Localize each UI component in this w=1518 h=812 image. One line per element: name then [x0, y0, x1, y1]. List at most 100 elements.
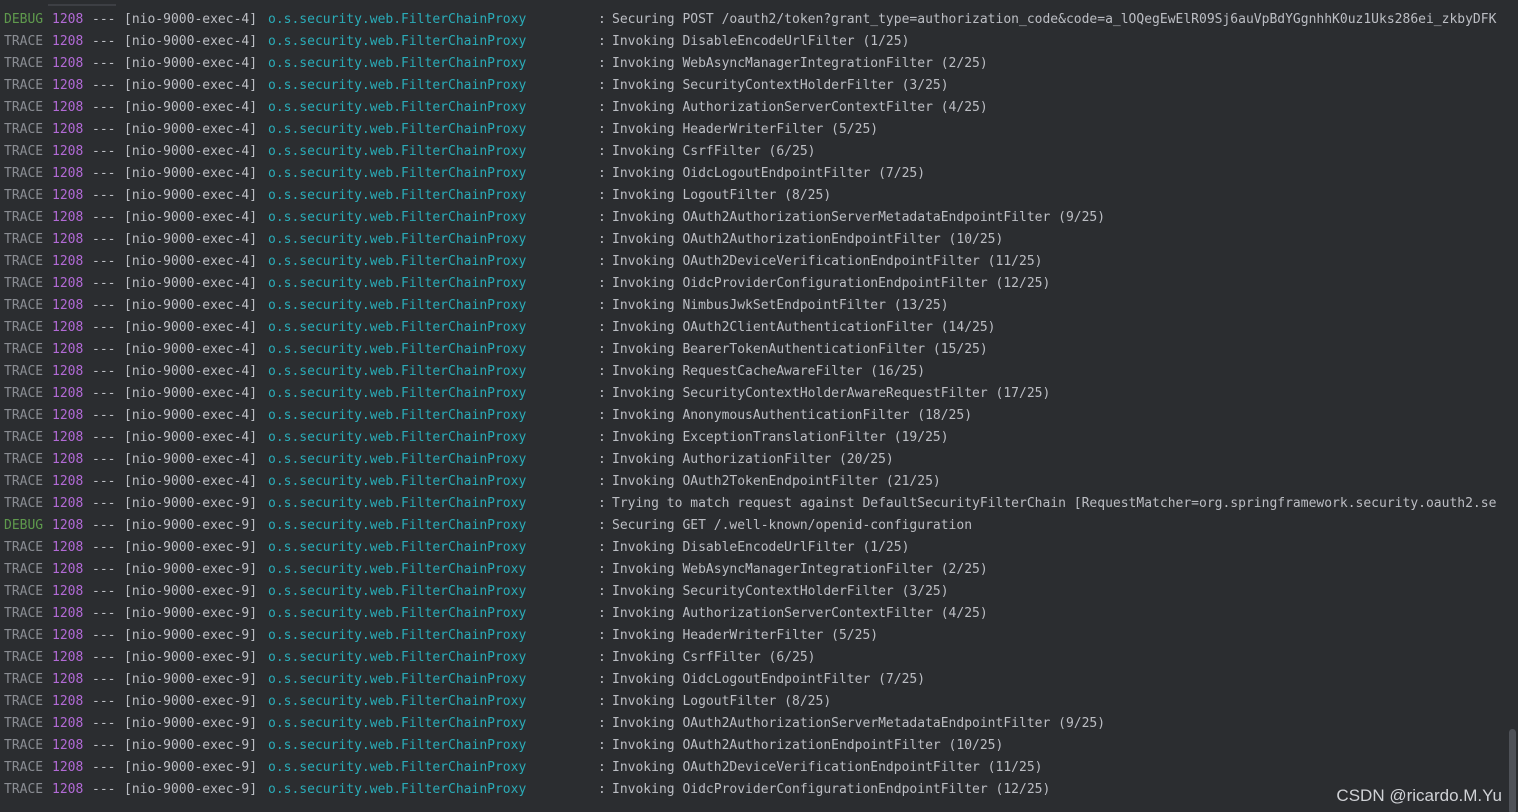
thread-name: [nio-9000-exec-9] [124, 716, 258, 731]
logger-name: o.s.security.web.FilterChainProxy [268, 12, 527, 27]
separator: --- [92, 496, 116, 511]
scrollbar-thumb[interactable] [1509, 729, 1516, 812]
log-line: TRACE 1208 --- [nio-9000-exec-4] o.s.securit… [0, 75, 1506, 97]
thread-name: [nio-9000-exec-9] [124, 540, 258, 555]
log-message: Securing GET /.well-known/openid-configu… [612, 518, 973, 533]
logger-name: o.s.security.web.FilterChainProxy [268, 408, 527, 423]
log-level: TRACE [4, 738, 44, 753]
log-level: TRACE [4, 144, 44, 159]
logger-name: o.s.security.web.FilterChainProxy [268, 320, 527, 335]
thread-name: [nio-9000-exec-9] [124, 672, 258, 687]
logger-name: o.s.security.web.FilterChainProxy [268, 606, 527, 621]
colon-separator: : [598, 386, 606, 401]
process-id: 1208 [52, 100, 84, 115]
vertical-scrollbar[interactable] [1506, 9, 1518, 812]
thread-name: [nio-9000-exec-4] [124, 320, 258, 335]
log-message: Invoking SecurityContextHolderFilter (3/… [612, 584, 949, 599]
process-id: 1208 [52, 364, 84, 379]
log-level: TRACE [4, 34, 44, 49]
log-message: Invoking LogoutFilter (8/25) [612, 188, 832, 203]
thread-name: [nio-9000-exec-4] [124, 100, 258, 115]
process-id: 1208 [52, 584, 84, 599]
log-line: TRACE 1208 --- [nio-9000-exec-4] o.s.securit… [0, 163, 1506, 185]
log-line: TRACE 1208 --- [nio-9000-exec-4] o.s.securit… [0, 229, 1506, 251]
separator: --- [92, 188, 116, 203]
logger-name: o.s.security.web.FilterChainProxy [268, 78, 527, 93]
process-id: 1208 [52, 694, 84, 709]
separator: --- [92, 452, 116, 467]
separator: --- [92, 716, 116, 731]
logger-name: o.s.security.web.FilterChainProxy [268, 342, 527, 357]
logger-name: o.s.security.web.FilterChainProxy [268, 540, 527, 555]
separator: --- [92, 386, 116, 401]
logger-name: o.s.security.web.FilterChainProxy [268, 760, 527, 775]
process-id: 1208 [52, 738, 84, 753]
log-message: Invoking NimbusJwkSetEndpointFilter (13/… [612, 298, 949, 313]
log-level: TRACE [4, 650, 44, 665]
log-message: Invoking WebAsyncManagerIntegrationFilte… [612, 56, 988, 71]
log-level: TRACE [4, 254, 44, 269]
process-id: 1208 [52, 320, 84, 335]
thread-name: [nio-9000-exec-4] [124, 78, 258, 93]
colon-separator: : [598, 100, 606, 115]
log-message: Invoking CsrfFilter (6/25) [612, 144, 816, 159]
thread-name: [nio-9000-exec-4] [124, 430, 258, 445]
logger-name: o.s.security.web.FilterChainProxy [268, 386, 527, 401]
logger-name: o.s.security.web.FilterChainProxy [268, 188, 527, 203]
separator: --- [92, 650, 116, 665]
process-id: 1208 [52, 606, 84, 621]
log-message: Invoking OidcProviderConfigurationEndpoi… [612, 276, 1051, 291]
process-id: 1208 [52, 56, 84, 71]
thread-name: [nio-9000-exec-4] [124, 232, 258, 247]
active-tab-indicator[interactable] [48, 4, 116, 6]
log-message: Invoking SecurityContextHolderAwareReque… [612, 386, 1051, 401]
colon-separator: : [598, 782, 606, 797]
log-level: TRACE [4, 188, 44, 203]
thread-name: [nio-9000-exec-4] [124, 364, 258, 379]
thread-name: [nio-9000-exec-4] [124, 56, 258, 71]
colon-separator: : [598, 188, 606, 203]
log-level: TRACE [4, 408, 44, 423]
separator: --- [92, 606, 116, 621]
logger-name: o.s.security.web.FilterChainProxy [268, 474, 527, 489]
thread-name: [nio-9000-exec-4] [124, 188, 258, 203]
log-message: Invoking OAuth2ClientAuthenticationFilte… [612, 320, 996, 335]
log-level: TRACE [4, 474, 44, 489]
log-line: TRACE 1208 --- [nio-9000-exec-9] o.s.securit… [0, 779, 1506, 801]
log-line: TRACE 1208 --- [nio-9000-exec-9] o.s.securit… [0, 625, 1506, 647]
thread-name: [nio-9000-exec-4] [124, 12, 258, 27]
thread-name: [nio-9000-exec-4] [124, 276, 258, 291]
log-level: TRACE [4, 694, 44, 709]
process-id: 1208 [52, 386, 84, 401]
process-id: 1208 [52, 672, 84, 687]
thread-name: [nio-9000-exec-9] [124, 496, 258, 511]
log-line: TRACE 1208 --- [nio-9000-exec-4] o.s.securit… [0, 361, 1506, 383]
separator: --- [92, 628, 116, 643]
process-id: 1208 [52, 716, 84, 731]
logger-name: o.s.security.web.FilterChainProxy [268, 716, 527, 731]
separator: --- [92, 12, 116, 27]
separator: --- [92, 540, 116, 555]
logger-name: o.s.security.web.FilterChainProxy [268, 298, 527, 313]
log-level: TRACE [4, 56, 44, 71]
process-id: 1208 [52, 188, 84, 203]
log-message: Invoking OAuth2AuthorizationServerMetada… [612, 210, 1106, 225]
process-id: 1208 [52, 474, 84, 489]
log-line: TRACE 1208 --- [nio-9000-exec-4] o.s.securit… [0, 141, 1506, 163]
colon-separator: : [598, 342, 606, 357]
thread-name: [nio-9000-exec-9] [124, 628, 258, 643]
colon-separator: : [598, 430, 606, 445]
log-message: Invoking WebAsyncManagerIntegrationFilte… [612, 562, 988, 577]
logger-name: o.s.security.web.FilterChainProxy [268, 650, 527, 665]
log-level: TRACE [4, 628, 44, 643]
thread-name: [nio-9000-exec-9] [124, 760, 258, 775]
separator: --- [92, 760, 116, 775]
logger-name: o.s.security.web.FilterChainProxy [268, 628, 527, 643]
separator: --- [92, 562, 116, 577]
process-id: 1208 [52, 518, 84, 533]
console-output[interactable]: DEBUG 1208 --- [nio-9000-exec-4] o.s.securit… [0, 9, 1506, 812]
logger-name: o.s.security.web.FilterChainProxy [268, 452, 527, 467]
log-line: TRACE 1208 --- [nio-9000-exec-9] o.s.securit… [0, 537, 1506, 559]
log-line: DEBUG 1208 --- [nio-9000-exec-4] o.s.securit… [0, 9, 1506, 31]
log-line: TRACE 1208 --- [nio-9000-exec-9] o.s.securit… [0, 691, 1506, 713]
